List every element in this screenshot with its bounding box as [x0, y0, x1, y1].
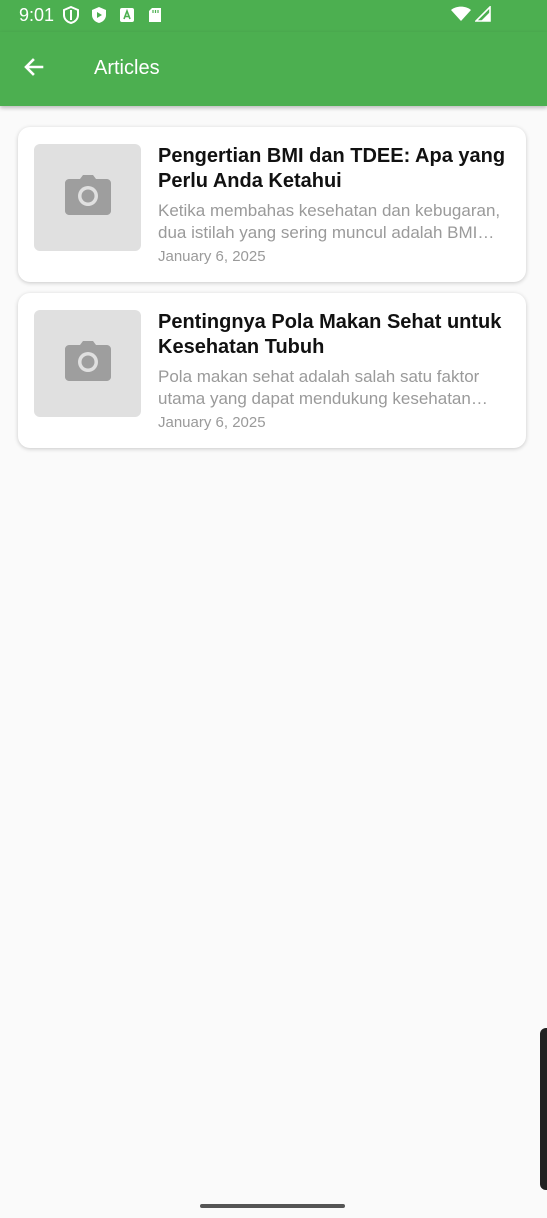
- status-notification-icons: [62, 6, 164, 24]
- article-date: January 6, 2025: [158, 248, 266, 265]
- wifi-icon: [451, 6, 471, 27]
- article-image-placeholder: [34, 310, 141, 417]
- article-list: Pengertian BMI dan TDEE: Apa yang Perlu …: [18, 127, 526, 459]
- status-time: 9:01: [19, 5, 55, 25]
- shield-icon: [62, 6, 80, 24]
- cell-signal-icon: [474, 5, 491, 27]
- back-button[interactable]: [14, 49, 54, 89]
- article-date: January 6, 2025: [158, 414, 266, 431]
- article-image-placeholder: [34, 144, 141, 251]
- status-system-icons: [451, 5, 491, 27]
- app-bar: Articles: [0, 32, 547, 106]
- article-title: Pentingnya Pola Makan Sehat untuk Keseha…: [158, 311, 502, 358]
- article-title: Pengertian BMI dan TDEE: Apa yang Perlu …: [158, 145, 506, 192]
- camera-icon: [64, 341, 111, 386]
- status-bar: 9:01: [0, 0, 547, 32]
- article-card[interactable]: Pentingnya Pola Makan Sehat untuk Keseha…: [18, 293, 526, 448]
- play-protect-icon: [90, 6, 108, 24]
- a-badge-icon: [118, 6, 136, 24]
- arrow-back-icon: [22, 55, 46, 84]
- article-excerpt: Ketika membahas kesehatan dan kebugaran,…: [158, 201, 501, 242]
- article-card[interactable]: Pengertian BMI dan TDEE: Apa yang Perlu …: [18, 127, 526, 282]
- sd-card-icon: [146, 6, 164, 24]
- camera-icon: [64, 175, 111, 220]
- article-excerpt: Pola makan sehat adalah salah satu fakto…: [158, 367, 480, 408]
- page-title: Articles: [94, 57, 160, 79]
- gesture-navigation-bar[interactable]: [200, 1204, 345, 1208]
- device-edge: [540, 1028, 547, 1190]
